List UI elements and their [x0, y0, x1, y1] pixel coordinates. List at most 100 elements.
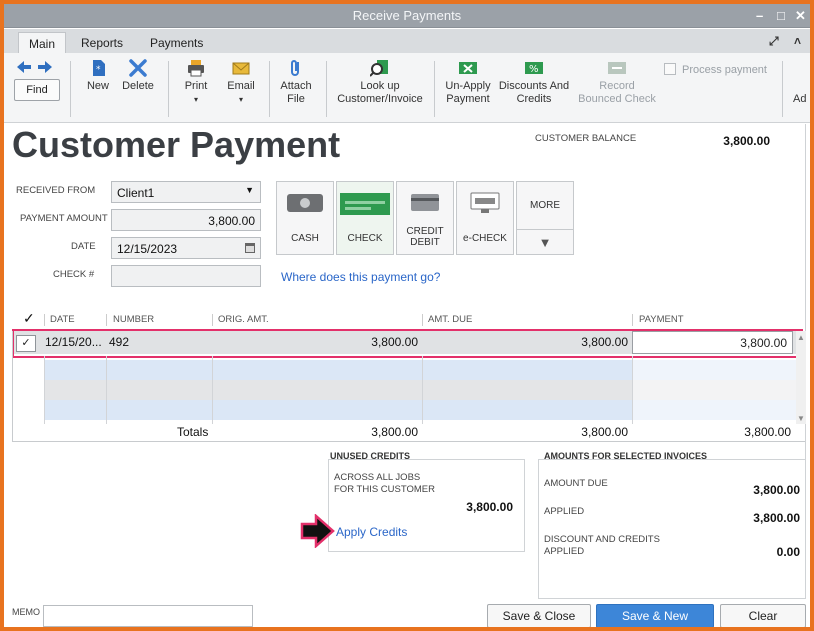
tab-payments[interactable]: Payments	[140, 32, 213, 53]
payment-column-empty	[632, 360, 796, 424]
toolbar-separator	[168, 61, 169, 117]
toolbar-separator	[326, 61, 327, 117]
expand-icon[interactable]: ⤢	[769, 34, 779, 49]
tab-reports[interactable]: Reports	[71, 32, 133, 53]
minimize-icon[interactable]: –	[756, 8, 763, 23]
record-bounced-check-button[interactable]: Record Bounced Check	[576, 59, 658, 106]
process-payment-checkbox[interactable]: Process payment	[664, 63, 767, 77]
delete-button[interactable]: Delete	[118, 59, 158, 93]
discount-credits-label-2: APPLIED	[544, 546, 585, 557]
received-from-label: RECEIVED FROM	[16, 185, 96, 196]
received-from-dropdown[interactable]: Client1 ▼	[111, 181, 261, 203]
window-title: Receive Payments	[352, 8, 462, 23]
check-number-label: CHECK #	[53, 269, 95, 280]
amount-due-value: 3,800.00	[753, 483, 800, 497]
maximize-icon[interactable]: □	[777, 8, 785, 23]
save-new-button[interactable]: Save & New	[596, 604, 714, 627]
grid-scrollbar[interactable]: ▲ ▼	[796, 331, 806, 424]
echeck-method-button[interactable]: e-CHECK	[456, 181, 514, 255]
date-field[interactable]: 12/15/2023	[111, 237, 261, 259]
next-arrow-icon[interactable]	[38, 61, 52, 73]
col-header-number[interactable]: NUMBER	[113, 314, 154, 328]
find-button[interactable]: Find	[14, 79, 60, 101]
total-orig-amt: 3,800.00	[371, 425, 418, 439]
close-icon[interactable]: ✕	[795, 8, 806, 24]
lookup-customer-invoice-button[interactable]: Look up Customer/Invoice	[334, 59, 426, 106]
check-number-field[interactable]	[111, 265, 261, 287]
prev-arrow-icon[interactable]	[17, 61, 31, 73]
col-header-orig-amt[interactable]: ORIG. AMT.	[218, 314, 269, 328]
collapse-ribbon-icon[interactable]: ˄	[794, 34, 801, 48]
date-label: DATE	[71, 241, 96, 252]
where-does-payment-go-link[interactable]: Where does this payment go?	[281, 270, 440, 284]
memo-field[interactable]	[43, 605, 253, 627]
customer-balance-value: 3,800.00	[723, 134, 770, 148]
applied-value: 3,800.00	[753, 511, 800, 525]
add-button-cut[interactable]: Ad	[793, 93, 806, 106]
apply-credits-link[interactable]: Apply Credits	[336, 525, 407, 539]
arrow-right-icon	[300, 514, 335, 548]
email-icon	[232, 62, 250, 75]
grid-line	[212, 356, 213, 424]
more-arrow-icon[interactable]: ▼	[517, 229, 573, 255]
check-icon	[340, 193, 390, 215]
dropdown-arrow-icon: ▼	[245, 185, 254, 195]
cash-method-button[interactable]: CASH	[276, 181, 334, 255]
check-method-button[interactable]: CHECK	[336, 181, 394, 255]
lookup-icon	[370, 60, 388, 77]
unapply-payment-button[interactable]: Un-Apply Payment	[440, 59, 496, 106]
email-button[interactable]: Email ▾	[221, 59, 261, 106]
customer-balance-label: CUSTOMER BALANCE	[535, 133, 637, 144]
credit-debit-method-button[interactable]: CREDIT DEBIT	[396, 181, 454, 255]
total-payment: 3,800.00	[744, 425, 791, 439]
grid-line	[422, 356, 423, 424]
print-button[interactable]: Print ▾	[176, 59, 216, 106]
more-methods-button[interactable]: MORE ▼	[516, 181, 574, 255]
col-header-date[interactable]: DATE	[50, 314, 75, 328]
unused-credits-desc-1: ACROSS ALL JOBS	[334, 472, 421, 483]
discounts-credits-button[interactable]: % Discounts And Credits	[498, 59, 570, 106]
unused-credits-amount: 3,800.00	[466, 500, 513, 514]
toolbar-separator	[434, 61, 435, 117]
new-button[interactable]: * New	[78, 59, 118, 93]
payment-amount-field[interactable]: 3,800.00	[111, 209, 261, 231]
column-separator	[632, 314, 633, 326]
col-header-payment[interactable]: PAYMENT	[639, 314, 684, 328]
total-amt-due: 3,800.00	[581, 425, 628, 439]
tab-main[interactable]: Main	[18, 32, 67, 53]
title-bar: Receive Payments – □ ✕	[4, 4, 810, 28]
row-highlight-frame	[12, 329, 803, 358]
toolbar-separator	[70, 61, 71, 117]
bounced-check-icon	[608, 62, 626, 74]
new-icon: *	[93, 60, 105, 76]
grid-border	[12, 331, 13, 442]
checkbox-icon	[664, 63, 676, 75]
column-separator	[106, 314, 107, 326]
grid-line	[632, 356, 633, 424]
unapply-payment-icon	[459, 62, 477, 74]
discount-credits-value: 0.00	[776, 545, 800, 559]
printer-icon	[188, 60, 204, 77]
calendar-icon[interactable]	[245, 242, 255, 253]
totals-label: Totals	[177, 425, 209, 439]
scroll-up-icon[interactable]: ▲	[797, 333, 805, 342]
attach-file-button[interactable]: Attach File	[274, 59, 318, 106]
save-close-button[interactable]: Save & Close	[487, 604, 591, 627]
column-separator	[422, 314, 423, 326]
grid-line	[106, 356, 107, 424]
select-all-check[interactable]: ✓	[23, 310, 35, 326]
scroll-down-icon[interactable]: ▼	[797, 414, 805, 423]
col-header-amt-due[interactable]: AMT. DUE	[428, 314, 472, 328]
ribbon-tabs: Main Reports Payments ⤢ ˄	[4, 29, 810, 53]
credit-card-icon	[411, 194, 439, 211]
page-title: Customer Payment	[12, 124, 341, 165]
grid-line	[44, 356, 45, 424]
column-separator	[44, 314, 45, 326]
payment-amount-label: PAYMENT AMOUNT	[20, 213, 108, 224]
svg-text:%: %	[529, 64, 539, 75]
clear-button[interactable]: Clear	[720, 604, 806, 627]
amount-due-label: AMOUNT DUE	[544, 478, 608, 489]
svg-text:*: *	[96, 65, 101, 75]
unused-credits-desc-2: FOR THIS CUSTOMER	[334, 484, 435, 495]
memo-label: MEMO	[12, 607, 40, 617]
